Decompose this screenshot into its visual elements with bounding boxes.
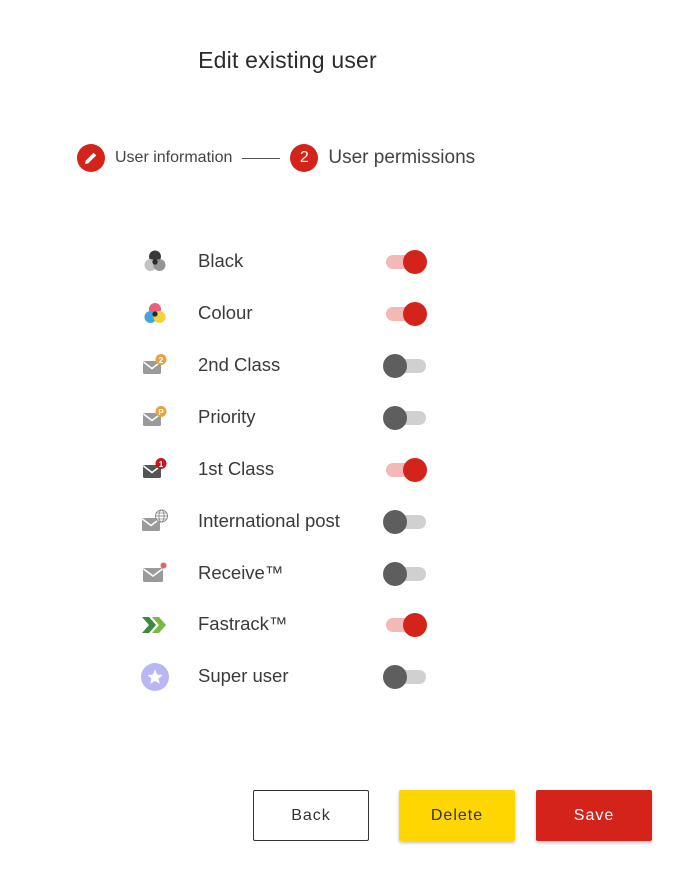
permission-toggle-colour[interactable] xyxy=(383,302,427,326)
permission-toggle-2nd-class[interactable] xyxy=(383,354,427,378)
back-button[interactable]: Back xyxy=(253,790,369,841)
svg-text:P: P xyxy=(158,408,164,417)
permission-toggle-fastrack[interactable] xyxy=(383,613,427,637)
permission-label: Priority xyxy=(198,406,256,427)
permission-toggle-super-user[interactable] xyxy=(383,665,427,689)
permission-label: 2nd Class xyxy=(198,354,281,375)
permission-row-colour: Colour xyxy=(140,299,440,329)
permission-label: Receive™ xyxy=(198,562,284,583)
international-mail-icon xyxy=(142,509,168,531)
permission-label: Colour xyxy=(198,302,253,323)
pencil-icon xyxy=(85,152,97,164)
step-1-indicator[interactable] xyxy=(77,144,105,172)
stepper: User information 2 User permissions xyxy=(77,143,475,173)
permission-label: Super user xyxy=(198,665,289,686)
page-title: Edit existing user xyxy=(198,47,377,73)
receive-mail-icon xyxy=(143,562,167,582)
permission-row-1st-class: 1 1st Class xyxy=(140,455,440,485)
permission-row-fastrack: Fastrack™ xyxy=(140,610,440,640)
permission-row-super-user: Super user xyxy=(140,662,440,692)
permission-row-international-post: International post xyxy=(140,507,440,537)
permission-toggle-receive[interactable] xyxy=(383,562,427,586)
step-2-indicator: 2 xyxy=(290,144,319,172)
svg-text:1: 1 xyxy=(159,460,164,469)
permission-toggle-priority[interactable] xyxy=(383,406,427,430)
permission-label: Fastrack™ xyxy=(198,613,288,634)
permission-toggle-1st-class[interactable] xyxy=(383,458,427,482)
permission-row-2nd-class: 2 2nd Class xyxy=(140,351,440,381)
star-icon xyxy=(141,663,169,691)
second-class-mail-icon: 2 xyxy=(143,354,167,374)
step-connector xyxy=(242,157,281,159)
permission-row-black: Black xyxy=(140,247,440,277)
priority-mail-icon: P xyxy=(143,406,167,426)
svg-text:2: 2 xyxy=(159,356,164,365)
permission-row-priority: P Priority xyxy=(140,403,440,433)
step-1-label[interactable]: User information xyxy=(115,149,232,167)
black-ink-icon xyxy=(144,250,166,271)
fastrack-icon xyxy=(142,617,166,633)
delete-button[interactable]: Delete xyxy=(399,790,515,841)
permission-toggle-international-post[interactable] xyxy=(383,510,427,534)
permission-label: International post xyxy=(198,510,340,531)
first-class-mail-icon: 1 xyxy=(143,458,167,478)
step-2-label: User permissions xyxy=(328,147,476,168)
permission-label: Black xyxy=(198,250,244,271)
permission-toggle-black[interactable] xyxy=(383,250,427,274)
save-button[interactable]: Save xyxy=(536,790,652,841)
permission-row-receive: Receive™ xyxy=(140,559,440,589)
colour-ink-icon xyxy=(144,303,166,323)
permission-label: 1st Class xyxy=(198,458,275,479)
